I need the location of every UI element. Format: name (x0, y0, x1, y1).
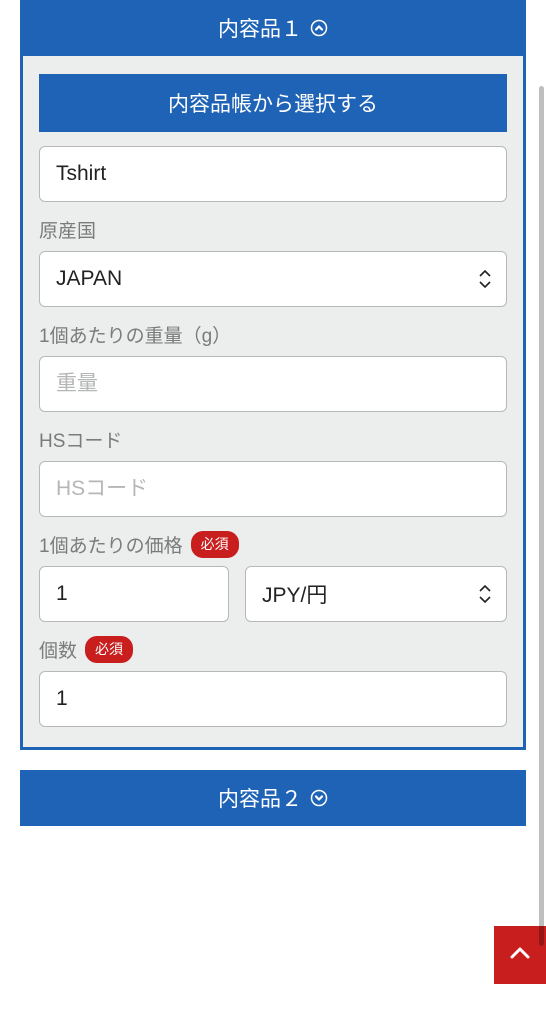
chevron-down-icon (310, 789, 328, 807)
weight-label: 1個あたりの重量（g） (39, 321, 507, 348)
hs-code-input[interactable] (39, 461, 507, 517)
section-1-body: 内容品帳から選択する 原産国 1個あたりの重量（g） HSコード (20, 56, 526, 750)
quantity-input[interactable] (39, 671, 507, 727)
item-name-row (39, 146, 507, 202)
origin-country-row: 原産国 (39, 216, 507, 307)
price-input[interactable] (39, 566, 229, 622)
chevron-up-icon (310, 19, 328, 37)
quantity-row: 個数 必須 (39, 636, 507, 727)
hs-code-row: HSコード (39, 426, 507, 517)
section-2-header[interactable]: 内容品２ (20, 770, 526, 826)
origin-country-label: 原産国 (39, 216, 507, 243)
required-badge: 必須 (191, 531, 239, 558)
quantity-label-wrap: 個数 必須 (39, 636, 507, 663)
price-label: 1個あたりの価格 (39, 531, 183, 558)
currency-value[interactable] (245, 566, 507, 622)
item-name-input[interactable] (39, 146, 507, 202)
updown-icon (477, 583, 493, 605)
select-from-book-label: 内容品帳から選択する (168, 88, 378, 118)
price-row-wrap: 1個あたりの価格 必須 (39, 531, 507, 622)
page-scrollbar[interactable] (539, 86, 544, 946)
quantity-label: 個数 (39, 636, 77, 663)
updown-icon (477, 268, 493, 290)
hs-code-label: HSコード (39, 426, 507, 453)
origin-country-value[interactable] (39, 251, 507, 307)
chevron-up-icon (508, 941, 532, 970)
required-badge: 必須 (85, 636, 133, 663)
price-label-wrap: 1個あたりの価格 必須 (39, 531, 507, 558)
weight-row: 1個あたりの重量（g） (39, 321, 507, 412)
section-1-header[interactable]: 内容品１ (20, 0, 526, 56)
section-2-title: 内容品２ (218, 783, 302, 813)
weight-input[interactable] (39, 356, 507, 412)
select-from-book-button[interactable]: 内容品帳から選択する (39, 74, 507, 132)
currency-select[interactable] (245, 566, 507, 622)
section-1-title: 内容品１ (218, 13, 302, 43)
origin-country-select[interactable] (39, 251, 507, 307)
